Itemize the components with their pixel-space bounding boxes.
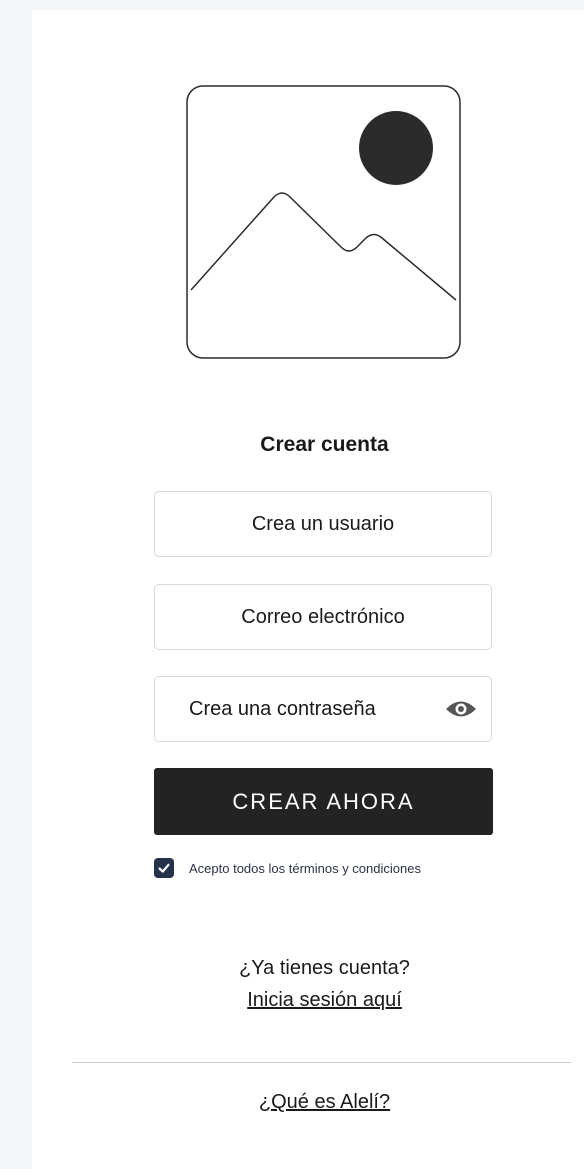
about-link-wrapper: ¿Qué es Alelí?: [0, 1091, 584, 1114]
username-input[interactable]: [155, 492, 491, 556]
login-link[interactable]: Inicia sesión aquí: [247, 989, 402, 1011]
terms-checkbox[interactable]: [154, 858, 174, 878]
create-account-button[interactable]: CREAR AHORA: [154, 768, 493, 835]
have-account-text: ¿Ya tienes cuenta?: [239, 957, 410, 979]
eye-icon[interactable]: [445, 698, 477, 720]
terms-row: Acepto todos los términos y condiciones: [154, 858, 421, 878]
username-field[interactable]: [154, 491, 492, 557]
email-field[interactable]: [154, 584, 492, 650]
check-icon: [158, 863, 170, 873]
about-link[interactable]: ¿Qué es Alelí?: [259, 1091, 390, 1113]
password-input[interactable]: [155, 677, 449, 741]
terms-label: Acepto todos los términos y condiciones: [189, 860, 421, 876]
image-placeholder-icon: [186, 85, 461, 359]
divider: [72, 1062, 572, 1063]
login-link-wrapper: Inicia sesión aquí: [0, 989, 584, 1012]
page-title: Crear cuenta: [260, 433, 389, 456]
password-field[interactable]: [154, 676, 492, 742]
email-input[interactable]: [155, 585, 491, 649]
